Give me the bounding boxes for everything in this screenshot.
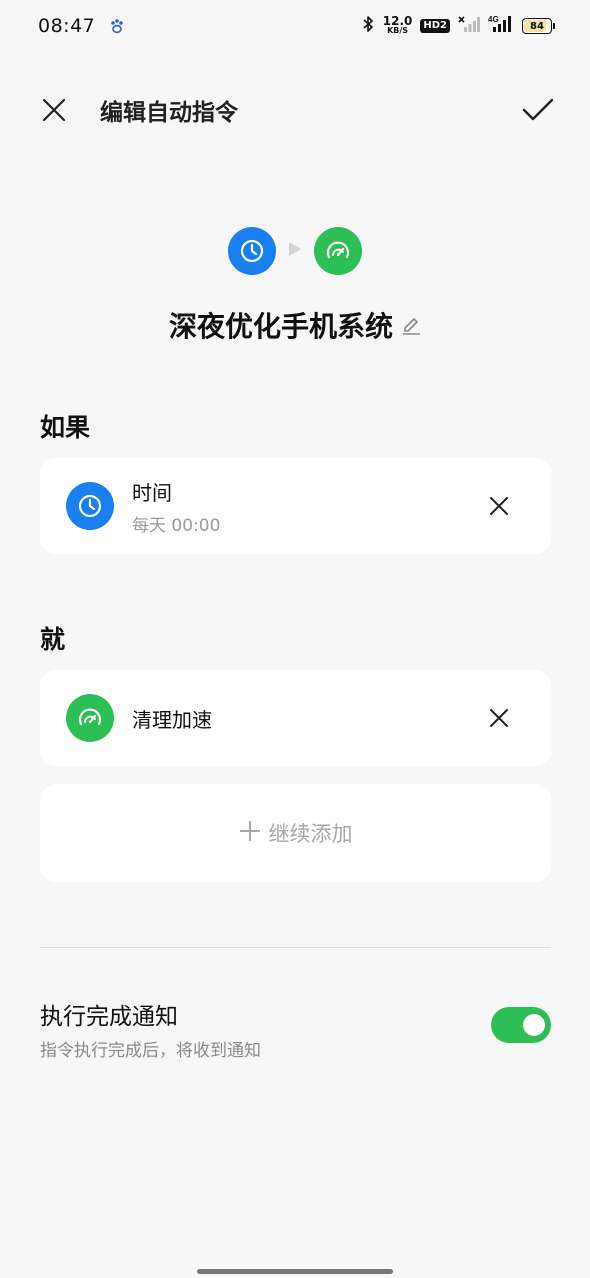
net-speed-value: 12.0 [382,14,413,28]
toggle-knob [523,1014,545,1036]
speedometer-icon [314,227,362,275]
notify-toggle[interactable] [491,1007,551,1043]
arrow-right-icon [288,241,302,261]
if-section-label: 如果 [40,413,91,442]
status-indicators: 12.0 KB/S HD2 4G 84 [361,14,555,37]
notify-setting-title: 执行完成通知 [40,1004,178,1030]
confirm-button[interactable] [522,94,554,126]
add-action-label: 继续添加 [268,822,353,846]
battery-level: 84 [530,20,544,32]
battery-icon: 84 [522,18,555,34]
header: 编辑自动指令 [0,80,590,140]
hero-icons [0,227,590,275]
check-icon [522,98,554,121]
remove-action-button[interactable] [483,702,515,734]
status-bar: 08:47 12.0 KB/S HD2 4G 84 [0,0,590,52]
clock-icon [66,482,114,530]
signal-4g-icon: 4G [488,15,514,37]
action-title: 清理加速 [132,707,212,732]
clock-icon [228,227,276,275]
net-speed: 12.0 KB/S [382,14,413,35]
speedometer-icon [66,694,114,742]
home-indicator[interactable] [197,1269,393,1274]
close-icon [490,709,508,727]
plus-icon [239,820,261,847]
shortcut-title[interactable]: 深夜优化手机系统 [0,305,590,345]
condition-subtitle: 每天 00:00 [132,515,221,536]
net-speed-unit: KB/S [387,26,409,35]
edit-pencil-icon[interactable] [401,309,421,342]
notify-setting-subtitle: 指令执行完成后，将收到通知 [40,1041,261,1061]
baidu-paw-icon [109,18,125,34]
action-card[interactable]: 清理加速 [40,670,551,766]
hd-badge: HD2 [420,19,450,33]
then-section-label: 就 [40,625,66,654]
status-time: 08:47 [38,15,96,37]
divider [40,947,551,948]
add-action-button[interactable]: 继续添加 [40,784,551,882]
shortcut-title-text: 深夜优化手机系统 [168,310,393,343]
action-text: 清理加速 [132,704,212,733]
remove-condition-button[interactable] [483,490,515,522]
condition-text: 时间 每天 00:00 [132,477,220,536]
close-icon [42,98,66,122]
page-title: 编辑自动指令 [100,100,238,126]
screen: 08:47 12.0 KB/S HD2 4G 84 编辑自动指令 深夜优化手机系… [0,0,590,1278]
bluetooth-icon [361,15,375,37]
signal-off-icon [458,15,480,37]
condition-title: 时间 [132,480,172,505]
svg-text:4G: 4G [488,15,499,24]
close-icon [490,497,508,515]
condition-card[interactable]: 时间 每天 00:00 [40,458,551,554]
close-button[interactable] [38,94,70,126]
